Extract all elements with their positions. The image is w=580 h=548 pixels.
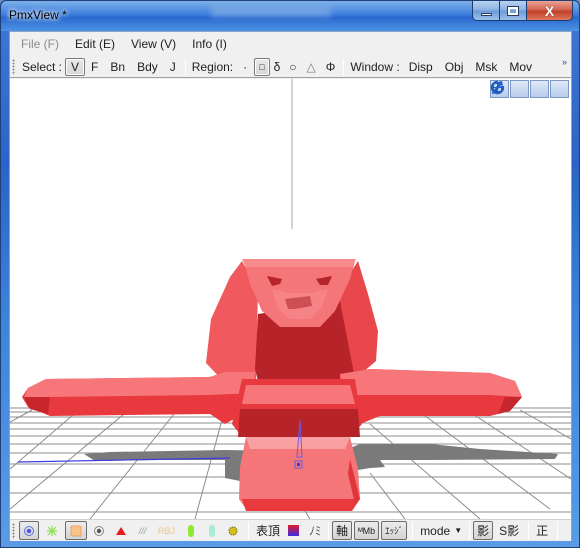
toolbar-separator — [343, 58, 345, 75]
select-label: Select : — [22, 59, 63, 74]
select-bone-button[interactable]: Bn — [104, 58, 131, 76]
grid-line — [519, 409, 571, 440]
surface-vertex-button[interactable]: 表頂 — [252, 522, 284, 539]
cyan-capsule-toggle[interactable] — [202, 521, 221, 540]
statusbar-separator — [528, 521, 530, 540]
3d-model — [22, 259, 522, 511]
gear-icon — [228, 526, 238, 535]
grid-line — [10, 409, 33, 423]
menu-info[interactable]: Info (I) — [184, 37, 235, 51]
grid-icon — [70, 525, 82, 536]
region-point-button[interactable]: · — [236, 58, 254, 76]
menu-edit[interactable]: Edit (E) — [67, 37, 123, 51]
model-torso-top — [242, 385, 355, 404]
grid-line — [369, 423, 481, 519]
wire-icon: /// — [138, 525, 147, 536]
scene — [10, 79, 571, 519]
correct-toggle[interactable]: 正 — [532, 521, 552, 540]
select-joint-button[interactable]: J — [164, 58, 182, 76]
sparkle-icon — [47, 525, 57, 536]
camera-controls — [490, 80, 569, 98]
material-color-button[interactable] — [284, 521, 303, 540]
window-msk-button[interactable]: Msk — [469, 58, 503, 76]
app-window: PmxView * X File (F) Edit (E) View (V) I… — [0, 0, 580, 548]
mode-dropdown[interactable]: mode — [416, 524, 454, 538]
statusbar-separator — [248, 521, 250, 540]
model-head-top — [242, 259, 356, 267]
model-skirt-bottom — [242, 499, 360, 511]
region-triangle-button[interactable]: △ — [302, 58, 321, 76]
title-bar[interactable]: PmxView * X — [1, 1, 579, 31]
toolbar-separator — [184, 58, 186, 75]
select-face-button[interactable]: F — [85, 58, 104, 76]
maximize-icon — [507, 5, 519, 16]
vertex-icon — [24, 525, 34, 536]
menu-bar: File (F) Edit (E) View (V) Info (I) — [10, 32, 571, 56]
triangle-icon — [116, 526, 126, 535]
color-swatch-icon — [288, 525, 300, 536]
region-circle-button[interactable]: ○ — [284, 58, 301, 76]
toolbar-overflow-button[interactable]: » — [562, 57, 567, 67]
edge-toggle[interactable]: ｴｯｼﾞ — [381, 521, 408, 540]
mb-toggle[interactable]: ᴹMb — [354, 521, 380, 540]
toolbar-grip[interactable] — [12, 58, 15, 75]
statusbar-separator — [328, 521, 330, 540]
vertex-display-toggle[interactable] — [19, 521, 39, 540]
minimize-button[interactable] — [472, 1, 500, 21]
red-triangle-toggle[interactable] — [111, 521, 131, 540]
rbj-icon: RBJ — [158, 525, 176, 536]
green-capsule-icon — [187, 524, 194, 537]
toolbar: Select : V F Bn Bdy J Region: · □ δ ○ △ … — [10, 56, 571, 78]
orange-grid-toggle[interactable] — [65, 521, 87, 540]
rotate-icon — [490, 80, 505, 95]
model-left-arm-top — [24, 372, 255, 397]
statusbar-separator — [469, 521, 471, 540]
window-mov-button[interactable]: Mov — [503, 58, 538, 76]
statusbar-separator — [557, 521, 559, 540]
radio-icon — [94, 525, 104, 536]
background-window-title — [211, 5, 331, 17]
region-rect-button[interactable]: □ — [254, 57, 270, 76]
client-area: File (F) Edit (E) View (V) Info (I) Sele… — [9, 31, 572, 541]
menu-file[interactable]: File (F) — [13, 37, 67, 51]
maximize-button[interactable] — [500, 1, 527, 21]
yellow-gear-toggle[interactable] — [223, 521, 243, 540]
move-button[interactable] — [491, 80, 529, 98]
menu-view[interactable]: View (V) — [123, 37, 184, 51]
window-title: PmxView * — [9, 8, 67, 22]
radio-dot-toggle[interactable] — [89, 521, 109, 540]
window-disp-button[interactable]: Disp — [403, 58, 439, 76]
caption-buttons: X — [472, 1, 573, 23]
bone-joint-dot — [297, 463, 300, 466]
region-label: Region: — [191, 59, 234, 74]
grid-line — [419, 411, 551, 510]
select-vertex-button[interactable]: V — [65, 57, 86, 76]
axis-toggle[interactable]: 軸 — [332, 521, 353, 540]
zoom-button[interactable] — [492, 80, 549, 98]
cyan-capsule-icon — [208, 524, 215, 537]
mode-dropdown-arrow-icon[interactable]: ▼ — [454, 526, 462, 535]
region-phi-button[interactable]: Φ — [321, 58, 341, 76]
window-obj-button[interactable]: Obj — [439, 58, 470, 76]
status-toolbar: /// RBJ 表頂 ﾉﾐ 軸 ᴹMb ｴｯｼﾞ mode ▼ 影 S影 正 — [10, 519, 571, 541]
rotate-button[interactable] — [490, 80, 569, 98]
wire-toggle[interactable]: /// — [133, 521, 152, 540]
rbj-toggle[interactable]: RBJ — [154, 521, 179, 540]
close-button[interactable]: X — [527, 1, 573, 21]
minimize-icon — [480, 13, 492, 16]
select-body-button[interactable]: Bdy — [131, 58, 164, 76]
3d-viewport[interactable] — [10, 79, 571, 519]
window-label: Window : — [350, 59, 400, 74]
statusbar-grip[interactable] — [12, 522, 15, 539]
model-right-arm-top — [340, 369, 522, 397]
green-sparkle-toggle[interactable] — [41, 521, 63, 540]
grid-line — [469, 411, 571, 480]
statusbar-separator — [412, 521, 414, 540]
close-icon: X — [544, 2, 555, 19]
green-capsule-toggle[interactable] — [181, 521, 200, 540]
material-button[interactable]: ﾉﾐ — [305, 522, 325, 539]
self-shadow-toggle[interactable]: S影 — [495, 521, 523, 540]
region-lasso-button[interactable]: δ — [270, 58, 285, 76]
shadow-toggle[interactable]: 影 — [473, 521, 494, 540]
